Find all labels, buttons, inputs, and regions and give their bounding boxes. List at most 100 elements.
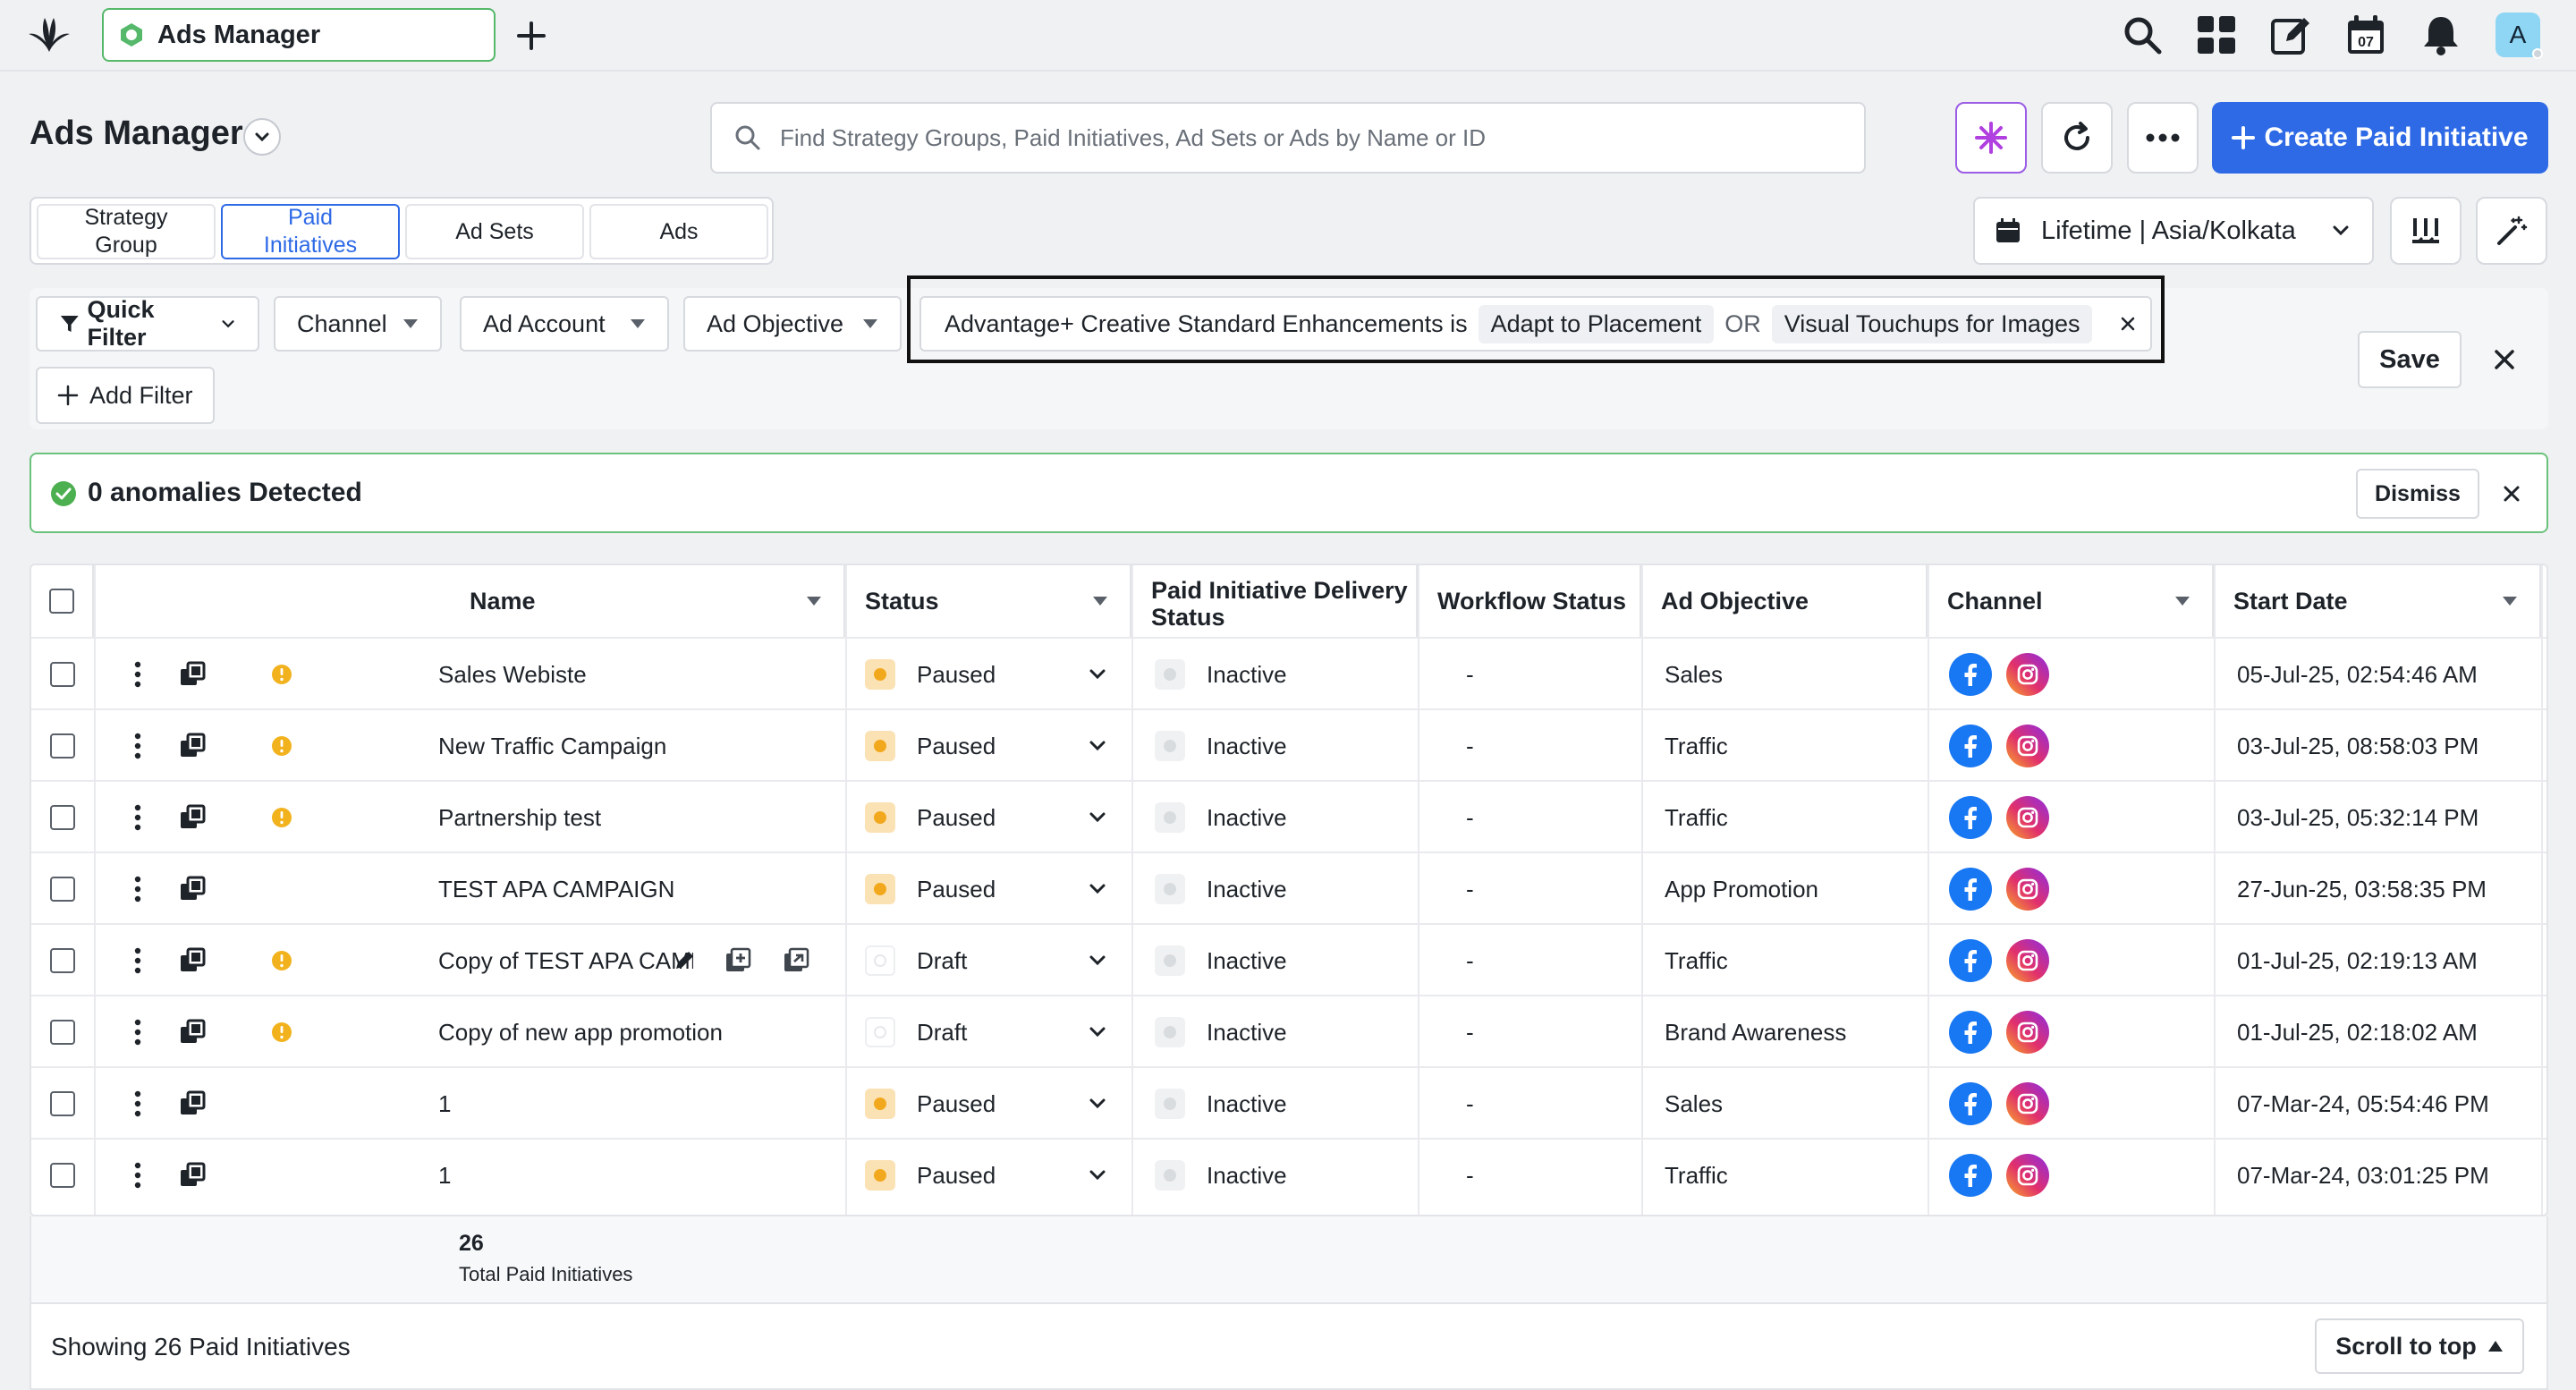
row-checkbox[interactable] — [50, 948, 75, 973]
row-name-text: New Traffic Campaign — [438, 732, 667, 759]
tab-strategy-group[interactable]: Strategy Group — [37, 204, 216, 259]
column-header-name[interactable]: Name — [94, 565, 845, 637]
compose-icon[interactable] — [2268, 13, 2313, 57]
save-filters-button[interactable]: Save — [2358, 331, 2462, 388]
dismiss-button[interactable]: Dismiss — [2356, 469, 2479, 519]
table-row[interactable]: Copy of new app promotion Draft Inactive… — [31, 995, 2546, 1068]
column-settings-button[interactable] — [2390, 197, 2462, 265]
column-header-start-date[interactable]: Start Date — [2214, 565, 2541, 637]
edit-pencil-icon[interactable] — [666, 925, 702, 996]
warning-info-icon[interactable] — [264, 1068, 300, 1140]
quick-filter-dropdown[interactable]: Quick Filter — [36, 296, 259, 352]
column-header-ad-objective[interactable]: Ad Objective — [1641, 565, 1928, 637]
start-date-cell: 01-Jul-25, 02:18:02 AM — [2237, 996, 2532, 1068]
status-dropdown[interactable]: Paused — [865, 639, 1133, 710]
search-input[interactable] — [780, 123, 1835, 152]
table-row[interactable]: 1 Paused Inactive - Sales 07-Mar-24, 05:… — [31, 1066, 2546, 1140]
select-all-checkbox[interactable] — [49, 589, 74, 614]
caret-down-icon[interactable] — [806, 596, 822, 606]
remove-filter-close-icon[interactable] — [2119, 315, 2137, 333]
brand-logo-icon[interactable] — [27, 16, 72, 55]
ai-assistant-button[interactable] — [1955, 102, 2027, 174]
warning-info-icon[interactable] — [264, 639, 300, 710]
apps-grid-icon[interactable] — [2194, 13, 2239, 57]
refresh-button[interactable] — [2041, 102, 2113, 174]
row-actions-kebab-icon[interactable] — [124, 996, 151, 1068]
caret-down-icon[interactable] — [1092, 596, 1108, 606]
page-switcher-dropdown[interactable] — [243, 118, 281, 156]
columns-icon — [2412, 218, 2439, 243]
create-paid-initiative-button[interactable]: Create Paid Initiative — [2212, 102, 2548, 174]
notifications-bell-icon[interactable] — [2419, 13, 2463, 57]
status-dropdown[interactable]: Draft — [865, 925, 1133, 996]
column-header-channel[interactable]: Channel — [1928, 565, 2214, 637]
status-dropdown[interactable]: Draft — [865, 996, 1133, 1068]
warning-info-icon[interactable] — [264, 996, 300, 1068]
status-dropdown[interactable]: Paused — [865, 1140, 1133, 1211]
row-checkbox[interactable] — [50, 877, 75, 902]
table-row[interactable]: Sales Webiste Paused Inactive - Sales 05… — [31, 637, 2546, 710]
row-checkbox[interactable] — [50, 662, 75, 687]
app-tab-ads-manager[interactable]: Ads Manager — [102, 8, 496, 62]
creative-enhancements-filter-chip[interactable]: Advantage+ Creative Standard Enhancement… — [919, 296, 2152, 352]
row-name-link[interactable]: New Traffic Campaign — [438, 710, 832, 782]
row-checkbox[interactable] — [50, 1091, 75, 1116]
warning-info-icon[interactable] — [264, 853, 300, 925]
row-checkbox[interactable] — [50, 733, 75, 759]
copy-link-icon[interactable] — [778, 925, 814, 996]
row-actions-kebab-icon[interactable] — [124, 853, 151, 925]
magic-wand-button[interactable] — [2476, 197, 2547, 265]
row-checkbox[interactable] — [50, 1163, 75, 1188]
close-banner-icon[interactable] — [2497, 479, 2526, 508]
table-row[interactable]: Copy of TEST APA CAMPAIGN Draft Inactive — [31, 923, 2546, 996]
more-options-button[interactable] — [2127, 102, 2199, 174]
tab-ad-sets[interactable]: Ad Sets — [405, 204, 584, 259]
row-name-link[interactable]: 1 — [438, 1068, 832, 1140]
row-name-link[interactable]: Sales Webiste — [438, 639, 832, 710]
table-row[interactable]: TEST APA CAMPAIGN Paused Inactive - App … — [31, 852, 2546, 925]
close-filter-panel-icon[interactable] — [2485, 340, 2524, 379]
row-name-link[interactable]: Partnership test — [438, 782, 832, 853]
row-actions-kebab-icon[interactable] — [124, 1140, 151, 1211]
row-name-link[interactable]: 1 — [438, 1140, 832, 1211]
table-row[interactable]: 1 Paused Inactive - Traffic 07-Mar-24, 0… — [31, 1138, 2546, 1211]
global-search-bar[interactable] — [710, 102, 1866, 174]
ad-account-filter-dropdown[interactable]: Ad Account — [460, 296, 669, 352]
warning-info-icon[interactable] — [264, 925, 300, 996]
status-dropdown[interactable]: Paused — [865, 710, 1133, 782]
row-checkbox[interactable] — [50, 805, 75, 830]
row-actions-kebab-icon[interactable] — [124, 782, 151, 853]
row-checkbox[interactable] — [50, 1020, 75, 1045]
column-header-delivery-status[interactable]: Paid Initiative Delivery Status — [1131, 565, 1418, 637]
caret-down-icon[interactable] — [2174, 596, 2190, 606]
duplicate-add-icon[interactable] — [720, 925, 756, 996]
status-dropdown[interactable]: Paused — [865, 1068, 1133, 1140]
calendar-icon[interactable]: 07 — [2343, 13, 2388, 57]
row-actions-kebab-icon[interactable] — [124, 925, 151, 996]
add-tab-icon[interactable] — [512, 16, 551, 55]
scroll-to-top-button[interactable]: Scroll to top — [2315, 1318, 2524, 1374]
ad-objective-filter-dropdown[interactable]: Ad Objective — [683, 296, 902, 352]
row-actions-kebab-icon[interactable] — [124, 1068, 151, 1140]
table-row[interactable]: New Traffic Campaign Paused Inactive - T… — [31, 708, 2546, 782]
date-range-selector[interactable]: Lifetime | Asia/Kolkata — [1973, 197, 2374, 265]
warning-info-icon[interactable] — [264, 710, 300, 782]
row-name-link[interactable]: TEST APA CAMPAIGN — [438, 853, 832, 925]
channel-filter-dropdown[interactable]: Channel — [274, 296, 442, 352]
warning-info-icon[interactable] — [264, 1140, 300, 1211]
row-name-link[interactable]: Copy of new app promotion — [438, 996, 832, 1068]
row-name-link[interactable]: Copy of TEST APA CAMPAIGN — [438, 925, 693, 996]
status-dropdown[interactable]: Paused — [865, 853, 1133, 925]
warning-info-icon[interactable] — [264, 782, 300, 853]
table-row[interactable]: Partnership test Paused Inactive - Traff… — [31, 780, 2546, 853]
row-actions-kebab-icon[interactable] — [124, 710, 151, 782]
column-header-status[interactable]: Status — [845, 565, 1131, 637]
tab-ads[interactable]: Ads — [589, 204, 768, 259]
search-icon[interactable] — [2120, 13, 2165, 57]
caret-down-icon[interactable] — [2502, 596, 2518, 606]
row-actions-kebab-icon[interactable] — [124, 639, 151, 710]
column-header-workflow-status[interactable]: Workflow Status — [1418, 565, 1641, 637]
tab-paid-initiatives[interactable]: Paid Initiatives — [221, 204, 400, 259]
status-dropdown[interactable]: Paused — [865, 782, 1133, 853]
add-filter-button[interactable]: Add Filter — [36, 367, 215, 424]
